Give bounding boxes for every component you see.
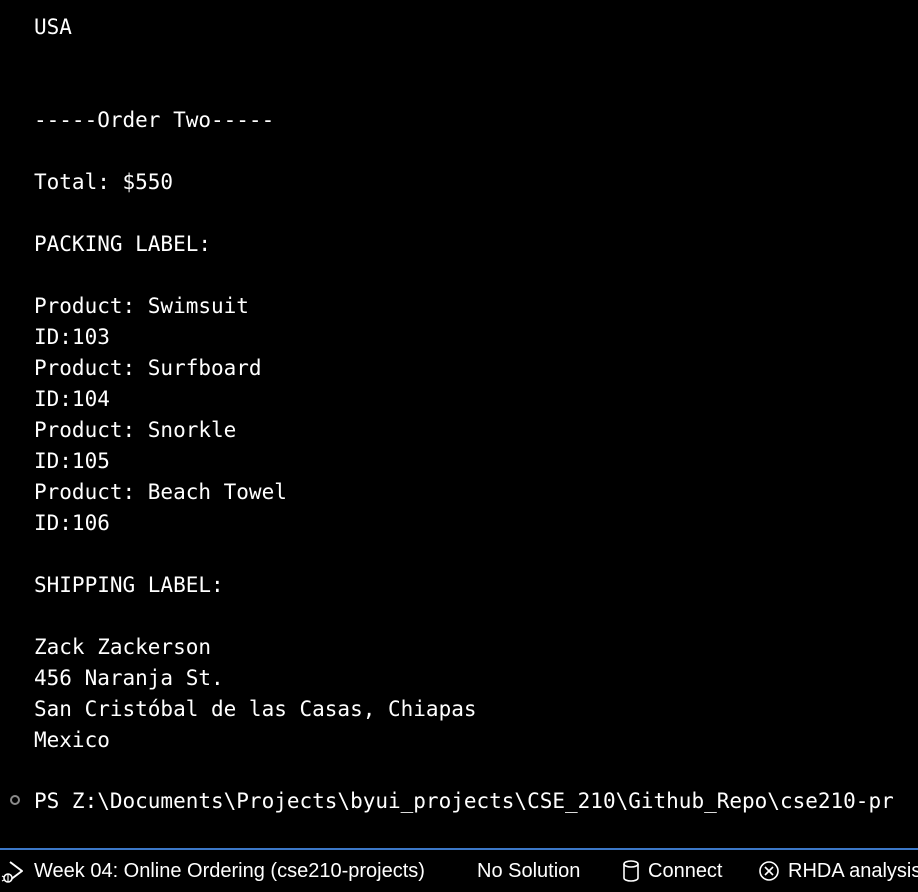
output-line-product-id: ID:103 [34,325,110,349]
output-line-packing-header: PACKING LABEL: [34,232,212,256]
database-icon [622,860,640,882]
output-line-order-header: -----Order Two----- [34,108,275,132]
rhda-item[interactable]: RHDA analysis [758,850,918,892]
output-line-street: 456 Naranja St. [34,666,224,690]
output-line-product-id: ID:106 [34,511,110,535]
output-line-product: Product: Snorkle [34,418,237,442]
output-line-product: Product: Beach Towel [34,480,287,504]
output-line-product: Product: Swimsuit [34,294,249,318]
solution-label: No Solution [477,860,581,882]
launch-config-item[interactable]: Week 04: Online Ordering (cse210-project… [0,850,425,892]
rhda-label: RHDA analysis [788,860,918,882]
powershell-prompt[interactable]: PS Z:\Documents\Projects\byui_projects\C… [34,786,894,817]
connect-label: Connect [648,860,723,882]
output-line-product-id: ID:104 [34,387,110,411]
output-line-product-id: ID:105 [34,449,110,473]
output-line-total: Total: $550 [34,170,174,194]
prompt-row[interactable]: PS Z:\Documents\Projects\byui_projects\C… [0,786,918,817]
output-line-country: USA [34,15,72,39]
circle-x-icon [758,860,780,882]
debug-run-icon [0,857,28,885]
output-line-product: Product: Surfboard [34,356,262,380]
launch-config-label: Week 04: Online Ordering (cse210-project… [34,860,425,882]
command-decoration-icon[interactable] [10,795,20,805]
connect-item[interactable]: Connect [622,850,723,892]
output-line-name: Zack Zackerson [34,635,212,659]
solution-item[interactable]: No Solution [477,850,580,892]
output-line-country: Mexico [34,728,110,752]
output-line-city: San Cristóbal de las Casas, Chiapas [34,697,477,721]
output-line-shipping-header: SHIPPING LABEL: [34,573,224,597]
status-bar: Week 04: Online Ordering (cse210-project… [0,848,918,892]
terminal-panel[interactable]: USA -----Order Two----- Total: $550 PACK… [0,0,918,848]
